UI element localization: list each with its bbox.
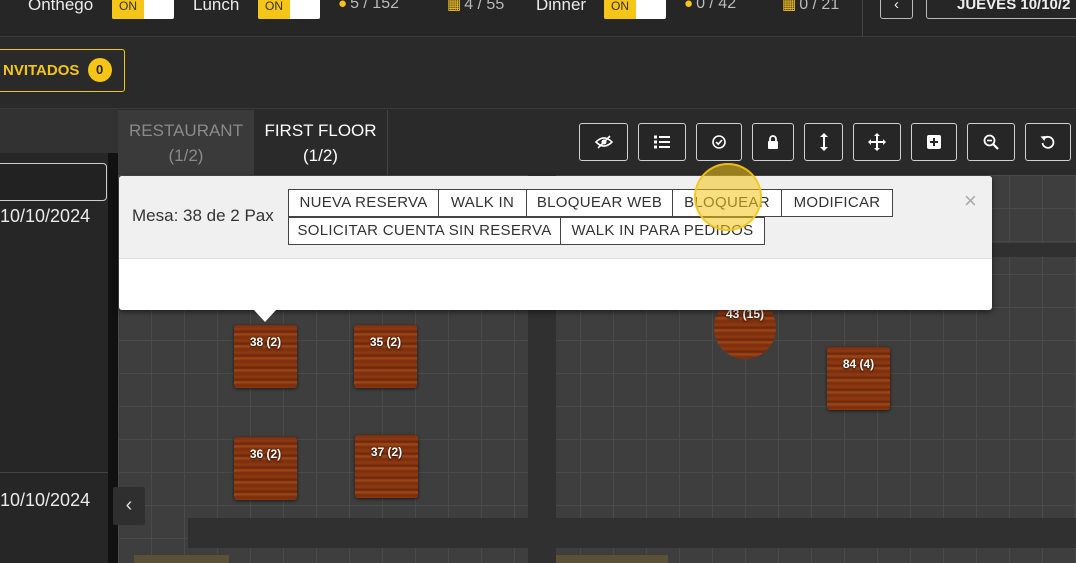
tab-restaurant[interactable]: RESTAURANT (1/2): [118, 110, 254, 175]
click-highlight: [694, 163, 762, 231]
list-icon: [654, 135, 670, 149]
onthego-label: Onthego: [28, 0, 94, 14]
table-label: 84 (4): [842, 357, 875, 371]
invitados-button[interactable]: NVITADOS 0: [0, 49, 125, 92]
lock-icon: [768, 135, 778, 149]
undo-button[interactable]: [1025, 123, 1071, 161]
table-84[interactable]: 84 (4): [827, 347, 890, 410]
reservation-date: 10/10/2024: [0, 206, 91, 226]
table-35[interactable]: 35 (2): [354, 325, 417, 388]
dinner-toggle[interactable]: ON: [604, 0, 666, 19]
dinner-label: Dinner: [536, 0, 587, 14]
stat-value: 4 / 55: [464, 0, 505, 13]
toggle-on-label: ON: [604, 0, 636, 19]
undo-icon: [1040, 135, 1055, 149]
vertical-resize-icon: [819, 133, 828, 151]
new-reservation-button[interactable]: NUEVA RESERVA: [288, 189, 439, 217]
tab-label: RESTAURANT: [129, 121, 243, 140]
popup-header: Mesa: 38 de 2 Pax NUEVA RESERVA WALK IN …: [119, 176, 992, 259]
sidebar-search-input[interactable]: [0, 163, 107, 201]
add-table-button[interactable]: [911, 123, 957, 161]
reservation-date: 10/10/2024: [0, 490, 91, 510]
toggle-on-label: ON: [258, 0, 290, 19]
popup-pointer: [254, 310, 276, 322]
toggle-on-label: ON: [112, 0, 144, 19]
check-circle-icon: [712, 135, 726, 149]
floor-element: [556, 555, 668, 563]
table-label: 38 (2): [249, 335, 282, 349]
lock-button[interactable]: [752, 123, 794, 161]
request-bill-button[interactable]: SOLICITAR CUENTA SIN RESERVA: [288, 217, 561, 245]
tab-page: (1/2): [168, 146, 204, 165]
modify-button[interactable]: MODIFICAR: [781, 189, 893, 217]
prev-day-button[interactable]: ‹: [880, 0, 913, 19]
lunch-toggle[interactable]: ON: [258, 0, 320, 19]
walk-in-button[interactable]: WALK IN: [438, 189, 527, 217]
toggle-visibility-button[interactable]: [579, 123, 628, 161]
tables-icon: ▦: [447, 0, 462, 13]
lunch-guests-stat: ● 5 / 152: [338, 0, 399, 13]
plus-square-icon: [927, 135, 941, 149]
block-web-button[interactable]: BLOQUEAR WEB: [526, 189, 673, 217]
sidebar-header: [0, 109, 118, 153]
table-label: 37 (2): [370, 445, 403, 459]
floor-element: [134, 555, 229, 563]
table-label: 36 (2): [249, 447, 282, 461]
tables-icon: ▦: [782, 0, 797, 13]
move-icon: [868, 133, 886, 151]
close-icon[interactable]: ×: [964, 188, 977, 214]
table-38[interactable]: 38 (2): [234, 325, 297, 388]
move-button[interactable]: [853, 123, 901, 161]
divider: [0, 472, 108, 473]
invitados-label: NVITADOS: [3, 62, 80, 79]
eye-slash-icon: [594, 135, 613, 149]
divider: [0, 108, 1076, 109]
table-action-popup: Mesa: 38 de 2 Pax NUEVA RESERVA WALK IN …: [119, 176, 992, 322]
users-icon: ●: [338, 0, 348, 12]
top-bar: Onthego ON Lunch ON ● 5 / 152 ▦ 4 / 55 Din…: [0, 0, 1076, 37]
tab-page: (1/2): [303, 146, 338, 165]
divider: [862, 0, 863, 37]
stat-value: 0 / 21: [799, 0, 840, 13]
stat-value: 5 / 152: [350, 0, 399, 12]
invitados-count-badge: 0: [87, 58, 112, 82]
table-info-label: Mesa: 38 de 2 Pax: [132, 206, 274, 225]
date-selector-button[interactable]: JUEVES 10/10/2: [926, 0, 1076, 19]
table-label: 35 (2): [369, 335, 402, 349]
vertical-resize-button[interactable]: [804, 123, 843, 161]
list-view-button[interactable]: [638, 123, 686, 161]
zoom-out-icon: [983, 134, 999, 150]
tab-label: FIRST FLOOR: [264, 121, 377, 140]
zoom-out-button[interactable]: [967, 123, 1015, 161]
dinner-tables-stat: ▦ 0 / 21: [782, 0, 839, 14]
stat-value: 0 / 42: [696, 0, 737, 12]
wall: [188, 518, 1076, 548]
lunch-tables-stat: ▦ 4 / 55: [447, 0, 504, 14]
collapse-sidebar-button[interactable]: ‹: [113, 487, 145, 525]
tab-first-floor[interactable]: FIRST FLOOR (1/2): [254, 110, 388, 175]
onthego-toggle[interactable]: ON: [112, 0, 174, 19]
lunch-label: Lunch: [193, 0, 240, 14]
table-36[interactable]: 36 (2): [234, 437, 297, 500]
confirm-button[interactable]: [696, 123, 742, 161]
dinner-guests-stat: ● 0 / 42: [684, 0, 736, 13]
table-37[interactable]: 37 (2): [355, 435, 418, 498]
users-icon: ●: [684, 0, 694, 12]
